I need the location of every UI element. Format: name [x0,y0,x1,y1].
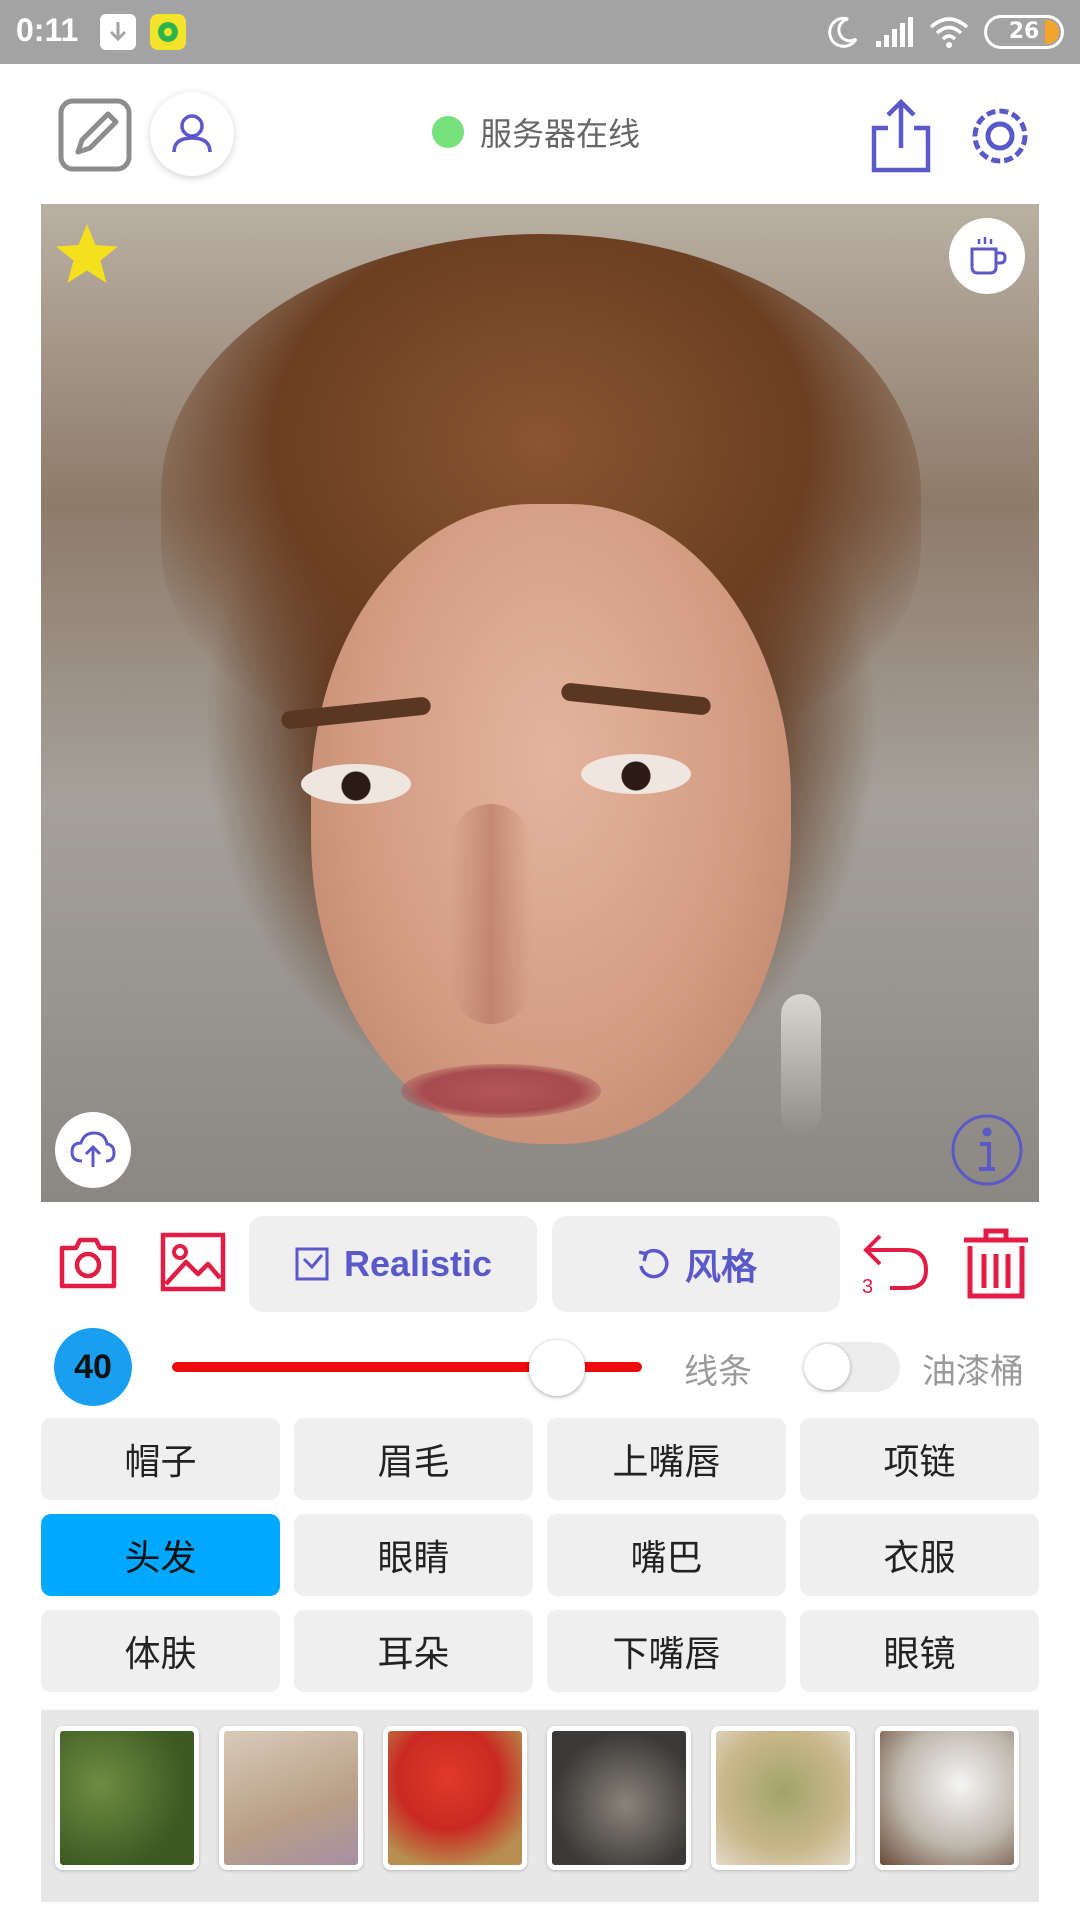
delete-button[interactable] [960,1226,1032,1302]
star-icon [56,224,118,283]
trash-icon [964,1228,1028,1299]
battery-icon: 26 [984,15,1064,49]
paint-bucket-label: 油漆桶 [922,1352,1024,1392]
server-status-dot [432,116,464,148]
undo-count: 3 [862,1276,874,1298]
category-hat[interactable]: 帽子 [41,1418,280,1500]
photo-nose [451,804,531,1024]
category-skin[interactable]: 体肤 [41,1610,280,1692]
image-icon [160,1232,226,1292]
texture-swatch[interactable] [219,1726,363,1870]
checkbox-icon [295,1247,329,1281]
texture-swatch[interactable] [383,1726,527,1870]
photo-earring [781,994,821,1134]
user-icon [172,114,212,153]
texture-swatch[interactable] [711,1726,855,1870]
user-button[interactable] [150,92,234,176]
brush-controls: 40 线条 油漆桶 [0,1328,1080,1408]
camera-icon [59,1237,117,1289]
photo-right-eye [581,754,691,794]
realistic-mode-button[interactable]: Realistic [249,1216,537,1312]
brush-size-badge: 40 [54,1328,132,1406]
gallery-button[interactable] [160,1232,226,1292]
favorite-button[interactable] [51,218,123,290]
download-icon [100,14,136,50]
share-icon [871,98,931,173]
brush-size-value: 40 [74,1347,112,1386]
sketch-mode-button[interactable] [58,98,132,172]
coffee-button[interactable] [949,218,1025,294]
category-glasses[interactable]: 眼镜 [800,1610,1039,1692]
photo-canvas[interactable] [41,204,1039,1202]
category-lower-lip[interactable]: 下嘴唇 [547,1610,786,1692]
pen-square-icon [58,98,132,172]
battery-level: 26 [1008,19,1040,44]
moon-icon [828,16,858,48]
photo-left-eye [301,764,411,804]
top-bar: 服务器在线 [0,64,1080,204]
style-label: 风格 [684,1246,757,1287]
share-button[interactable] [868,98,934,174]
signal-icon [876,17,913,47]
paint-bucket-toggle-knob [804,1344,850,1390]
wifi-icon [929,17,969,48]
line-mode-label: 线条 [684,1352,752,1392]
settings-button[interactable] [962,98,1038,174]
style-button[interactable]: 风格 [552,1216,840,1312]
coffee-cup-icon [970,237,1007,275]
category-upper-lip[interactable]: 上嘴唇 [547,1418,786,1500]
category-eyebrows[interactable]: 眉毛 [294,1418,533,1500]
server-status-label: 服务器在线 [480,115,641,153]
photo-mouth [401,1064,601,1118]
category-eyes[interactable]: 眼睛 [294,1514,533,1596]
category-mouth[interactable]: 嘴巴 [547,1514,786,1596]
texture-swatch[interactable] [875,1726,1019,1870]
part-category-grid: 帽子 眉毛 上嘴唇 项链 头发 眼睛 嘴巴 衣服 体肤 耳朵 下嘴唇 眼镜 [41,1418,1039,1692]
brush-size-slider-thumb[interactable] [529,1340,586,1396]
upload-button[interactable] [55,1112,131,1188]
status-time: 0:11 [16,12,79,48]
category-necklace[interactable]: 项链 [800,1418,1039,1500]
category-ears[interactable]: 耳朵 [294,1610,533,1692]
texture-swatch[interactable] [55,1726,199,1870]
info-icon [951,1114,1023,1186]
server-status: 服务器在线 [432,110,640,154]
edit-toolbar: Realistic 风格 3 [0,1216,1080,1312]
category-hair[interactable]: 头发 [41,1514,280,1596]
music-app-icon [150,14,186,50]
category-clothes[interactable]: 衣服 [800,1514,1039,1596]
realistic-label: Realistic [343,1243,493,1284]
info-button[interactable] [949,1112,1025,1188]
gear-icon [972,108,1028,164]
photo-face [311,504,791,1144]
texture-swatch[interactable] [547,1726,691,1870]
status-bar: 0:11 26 [0,0,1080,64]
cloud-upload-icon [70,1131,116,1167]
paint-bucket-toggle[interactable] [804,1342,900,1392]
status-icons: 26 [826,12,1064,52]
refresh-icon [638,1248,669,1279]
texture-strip [41,1710,1039,1902]
camera-button[interactable] [58,1232,118,1292]
